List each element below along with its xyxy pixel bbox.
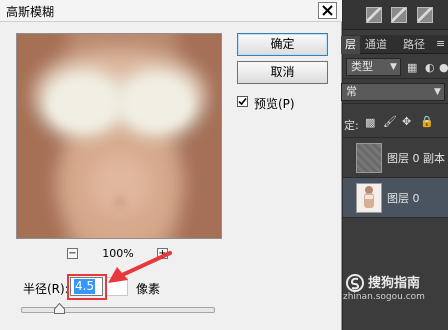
move-icon[interactable]: ✥ xyxy=(402,115,411,128)
lock-label: 定: xyxy=(344,119,359,132)
tool-icon[interactable] xyxy=(417,7,433,23)
arrow-icon xyxy=(108,251,172,283)
lock-icon[interactable]: 🔒 xyxy=(420,115,434,128)
lock-transparent-icon[interactable]: ▩ xyxy=(365,116,375,129)
chevron-down-icon: ▼ xyxy=(434,87,441,97)
dialog-titlebar[interactable]: 高斯模糊 xyxy=(0,0,342,22)
layer-row[interactable]: 图层 0 副本 xyxy=(343,138,448,178)
layer-thumbnail xyxy=(356,143,382,173)
radius-slider-track[interactable] xyxy=(21,307,215,313)
zoom-out-button[interactable]: − xyxy=(67,248,78,259)
preview-label[interactable]: 预览(P) xyxy=(254,95,295,112)
radius-slider-thumb[interactable] xyxy=(54,303,66,314)
layer-name: 图层 0 xyxy=(387,192,420,205)
close-button[interactable] xyxy=(318,2,337,19)
preview-checkbox[interactable] xyxy=(237,96,248,107)
radius-label: 半径(R): xyxy=(23,282,69,296)
filter-kind-value: 类型 xyxy=(351,60,373,73)
watermark-text: 搜狗指南 xyxy=(368,276,421,291)
lock-row: 定: ▩ 🖌 ✥ 🔒 xyxy=(343,108,448,138)
dialog-title: 高斯模糊 xyxy=(6,5,55,19)
blend-row: 常 ▼ xyxy=(341,80,448,104)
tool-icon[interactable] xyxy=(366,7,382,23)
tool-icon[interactable] xyxy=(391,7,407,23)
filter-image-icon[interactable]: ▦ xyxy=(407,61,417,74)
cancel-button[interactable]: 取消 xyxy=(237,61,328,84)
ok-button[interactable]: 确定 xyxy=(237,33,328,56)
brush-icon[interactable]: 🖌 xyxy=(383,115,397,128)
gaussian-blur-dialog: 高斯模糊 − 100% + 半径(R): 4.5 像素 确定 取消 预览(P) xyxy=(0,0,342,330)
panel-menu-icon[interactable]: ≡ xyxy=(436,37,445,50)
close-icon xyxy=(322,5,333,16)
check-icon xyxy=(238,97,247,106)
layer-name: 图层 0 副本 xyxy=(387,152,445,165)
filter-row: 类型 ▼ ▦ ◐ ● xyxy=(343,55,448,79)
filter-adjust-icon[interactable]: ◐ xyxy=(425,61,435,74)
tab-layers[interactable]: 层 xyxy=(341,36,360,54)
blend-mode-value: 常 xyxy=(346,85,357,98)
panel-tabs: 层 通道 路径 ≡ xyxy=(341,35,448,54)
tab-paths[interactable]: 路径 xyxy=(399,36,429,54)
layer-row-selected[interactable]: 图层 0 xyxy=(343,178,448,218)
watermark-url: zhinan.sogou.com xyxy=(343,292,425,302)
blend-mode-select[interactable]: 常 xyxy=(341,83,445,101)
blur-preview-image[interactable] xyxy=(16,33,222,239)
filter-toggle-icon[interactable]: ● xyxy=(439,61,448,74)
chevron-down-icon: ▼ xyxy=(390,62,397,72)
tab-channels[interactable]: 通道 xyxy=(361,36,391,54)
panel-toolbar xyxy=(343,0,448,30)
preview-photo xyxy=(17,34,221,238)
sogou-logo-icon xyxy=(346,274,364,292)
layer-thumbnail xyxy=(356,183,382,213)
